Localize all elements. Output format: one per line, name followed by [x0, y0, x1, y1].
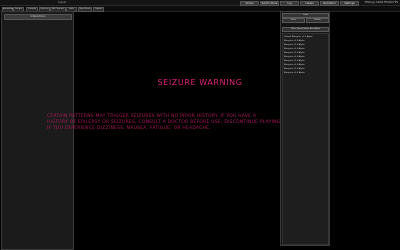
- save-list-item[interactable]: Blueprint v2.0 Alpha: [284, 71, 327, 75]
- left-panel-header[interactable]: Interactions: [4, 14, 72, 20]
- delete-button[interactable]: Delete: [306, 18, 329, 23]
- fps-status: FPS/Lag: 60/60 FPS/60 FPS: [364, 1, 398, 4]
- tool-host-items-button[interactable]: Host Items: [78, 7, 92, 12]
- warning-title: SEIZURE WARNING: [157, 78, 243, 87]
- filter-button[interactable]: Filter Saved Saves Box Alpha: [282, 27, 329, 32]
- save-list: Default Blueprint v1.0 Alpha Blueprint v…: [282, 33, 329, 245]
- window-title: Input: [58, 0, 66, 4]
- game-screen: Input Strobe Switch Mode Log Labels Net …: [0, 0, 400, 250]
- right-panel: Load Save Delete Filter Saved Saves Box …: [280, 11, 330, 246]
- tool-layout-button[interactable]: Layout: [93, 7, 104, 12]
- save-button[interactable]: Save: [282, 18, 305, 23]
